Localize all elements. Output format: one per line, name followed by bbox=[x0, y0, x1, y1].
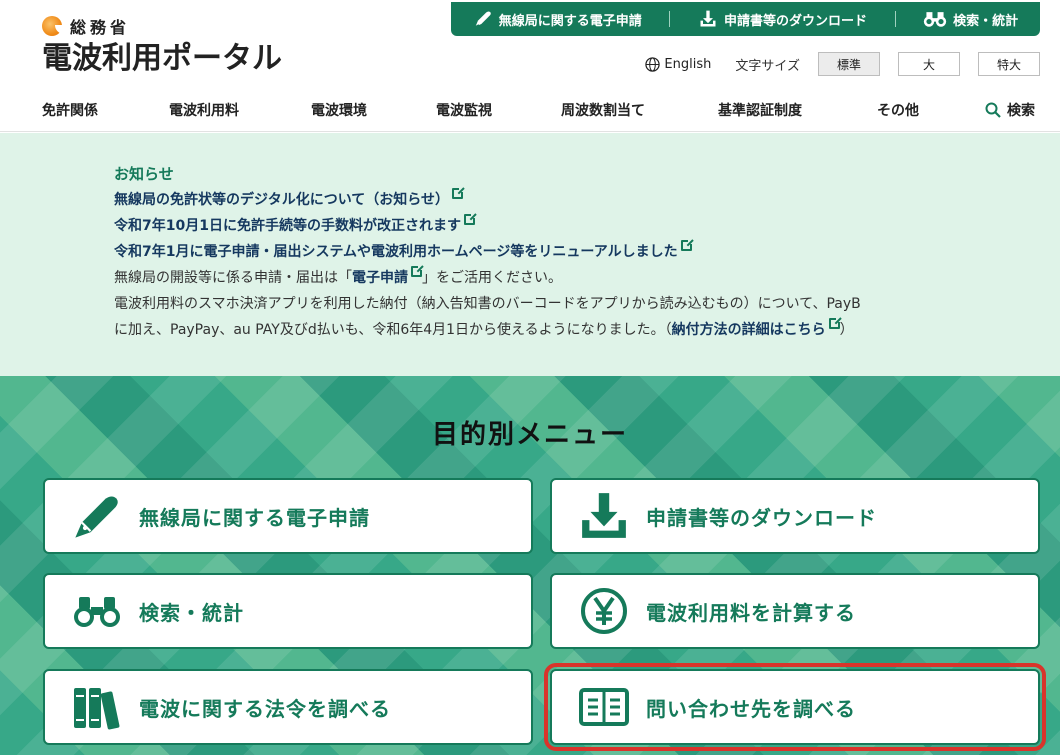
site-logo[interactable]: 総務省 電波利用ポータル bbox=[42, 14, 282, 76]
menu-download-button[interactable]: 申請書等のダウンロード bbox=[550, 478, 1040, 554]
yen-icon bbox=[581, 588, 627, 634]
nav-item-other[interactable]: その他 bbox=[877, 100, 919, 120]
notice-link-renewal[interactable]: 令和7年1月に電子申請・届出システムや電波利用ホームページ等をリニューアルしまし… bbox=[114, 244, 678, 260]
nav-item-environment[interactable]: 電波環境 bbox=[311, 100, 367, 120]
binoculars-icon bbox=[74, 597, 120, 627]
notice-link-payment-details[interactable]: 納付方法の詳細はこちら bbox=[672, 322, 826, 338]
notice-title: お知らせ bbox=[114, 165, 174, 183]
font-size-large-button[interactable]: 大 bbox=[898, 52, 960, 76]
purpose-menu-section: 目的別メニュー 無線局に関する電子申請 申請書等のダウンロード 検索・統計 電波… bbox=[0, 376, 1060, 755]
font-size-xlarge-button[interactable]: 特大 bbox=[978, 52, 1040, 76]
menu-button-label: 電波に関する法令を調べる bbox=[139, 696, 391, 721]
divider bbox=[669, 11, 671, 27]
topbar-download-link[interactable]: 申請書等のダウンロード bbox=[698, 9, 867, 29]
notice-link-fee-revision[interactable]: 令和7年10月1日に免許手続等の手数料が改正されます bbox=[114, 218, 461, 234]
external-link-icon bbox=[463, 212, 477, 225]
menu-search-stats-button[interactable]: 検索・統計 bbox=[43, 573, 533, 649]
download-icon bbox=[700, 10, 716, 27]
menu-contact-button[interactable]: 問い合わせ先を調べる bbox=[544, 663, 1046, 751]
english-label: English bbox=[664, 56, 712, 72]
portal-title: 電波利用ポータル bbox=[42, 41, 282, 76]
notice-link-e-application[interactable]: 電子申請 bbox=[352, 270, 408, 286]
pen-icon bbox=[75, 496, 118, 538]
font-size-standard-button[interactable]: 標準 bbox=[818, 52, 880, 76]
external-link-icon bbox=[452, 186, 466, 199]
utility-bar: English 文字サイズ 標準 大 特大 bbox=[645, 52, 1040, 76]
search-label: 検索 bbox=[1007, 103, 1035, 119]
global-nav: 免許関係 電波利用料 電波環境 電波監視 周波数割当て 基準認証制度 その他 検… bbox=[0, 96, 1060, 124]
menu-button-label: 検索・統計 bbox=[139, 600, 244, 625]
topbar-e-application-link[interactable]: 無線局に関する電子申請 bbox=[473, 9, 642, 29]
search-icon bbox=[985, 102, 1001, 118]
notice-e-application-text: 無線局の開設等に係る申請・届出は「電子申請 」をご活用ください。 bbox=[114, 264, 994, 291]
topbar-item-label: 申請書等のダウンロード bbox=[723, 13, 867, 29]
ministry-logo-icon bbox=[42, 16, 64, 36]
pen-icon bbox=[475, 11, 491, 28]
topbar-item-label: 検索・統計 bbox=[953, 13, 1019, 29]
divider bbox=[894, 11, 896, 27]
nav-item-monitoring[interactable]: 電波監視 bbox=[436, 100, 492, 120]
external-link-icon bbox=[680, 238, 694, 251]
notice-payment-text-2: に加え、PayPay、au PAY及びd払いも、令和6年4月1日から使えるように… bbox=[114, 316, 994, 343]
nav-item-certification[interactable]: 基準認証制度 bbox=[718, 100, 802, 120]
globe-icon bbox=[645, 56, 661, 72]
notice-payment-text: 電波利用料のスマホ決済アプリを利用した納付（納入告知書のバーコードをアプリから読… bbox=[114, 296, 861, 312]
english-link[interactable]: English bbox=[645, 57, 711, 72]
top-quick-links: 無線局に関する電子申請 申請書等のダウンロード 検索・統計 bbox=[451, 2, 1040, 36]
external-link-icon bbox=[828, 316, 842, 329]
menu-laws-button[interactable]: 電波に関する法令を調べる bbox=[43, 669, 533, 745]
menu-button-label: 電波利用料を計算する bbox=[646, 600, 856, 625]
binoculars-icon bbox=[923, 12, 947, 27]
menu-button-label: 問い合わせ先を調べる bbox=[646, 696, 856, 721]
nav-search-link[interactable]: 検索 bbox=[985, 100, 1035, 120]
menu-button-label: 無線局に関する電子申請 bbox=[139, 505, 370, 530]
download-icon bbox=[582, 493, 626, 538]
nav-item-license[interactable]: 免許関係 bbox=[42, 100, 98, 120]
site-header: 総務省 電波利用ポータル 無線局に関する電子申請 申請書等のダウンロード 検索・… bbox=[0, 0, 1060, 132]
notice-section: お知らせ 無線局の免許状等のデジタル化について（お知らせ） 令和7年10月1日に… bbox=[0, 133, 1060, 376]
menu-title: 目的別メニュー bbox=[431, 420, 628, 450]
nav-item-usage-fee[interactable]: 電波利用料 bbox=[169, 100, 239, 120]
menu-button-label: 申請書等のダウンロード bbox=[646, 505, 877, 530]
topbar-search-stats-link[interactable]: 検索・統計 bbox=[923, 10, 1018, 29]
menu-e-application-button[interactable]: 無線局に関する電子申請 bbox=[43, 478, 533, 554]
nav-item-frequency[interactable]: 周波数割当て bbox=[561, 100, 645, 120]
open-book-icon bbox=[579, 688, 629, 726]
menu-fee-calc-button[interactable]: 電波利用料を計算する bbox=[550, 573, 1040, 649]
topbar-item-label: 無線局に関する電子申請 bbox=[498, 13, 642, 29]
font-size-label: 文字サイズ bbox=[735, 58, 800, 74]
external-link-icon bbox=[411, 264, 424, 277]
ministry-name: 総務省 bbox=[70, 18, 131, 37]
notice-link-digital-license[interactable]: 無線局の免許状等のデジタル化について（お知らせ） bbox=[114, 192, 449, 208]
books-icon bbox=[74, 688, 120, 730]
